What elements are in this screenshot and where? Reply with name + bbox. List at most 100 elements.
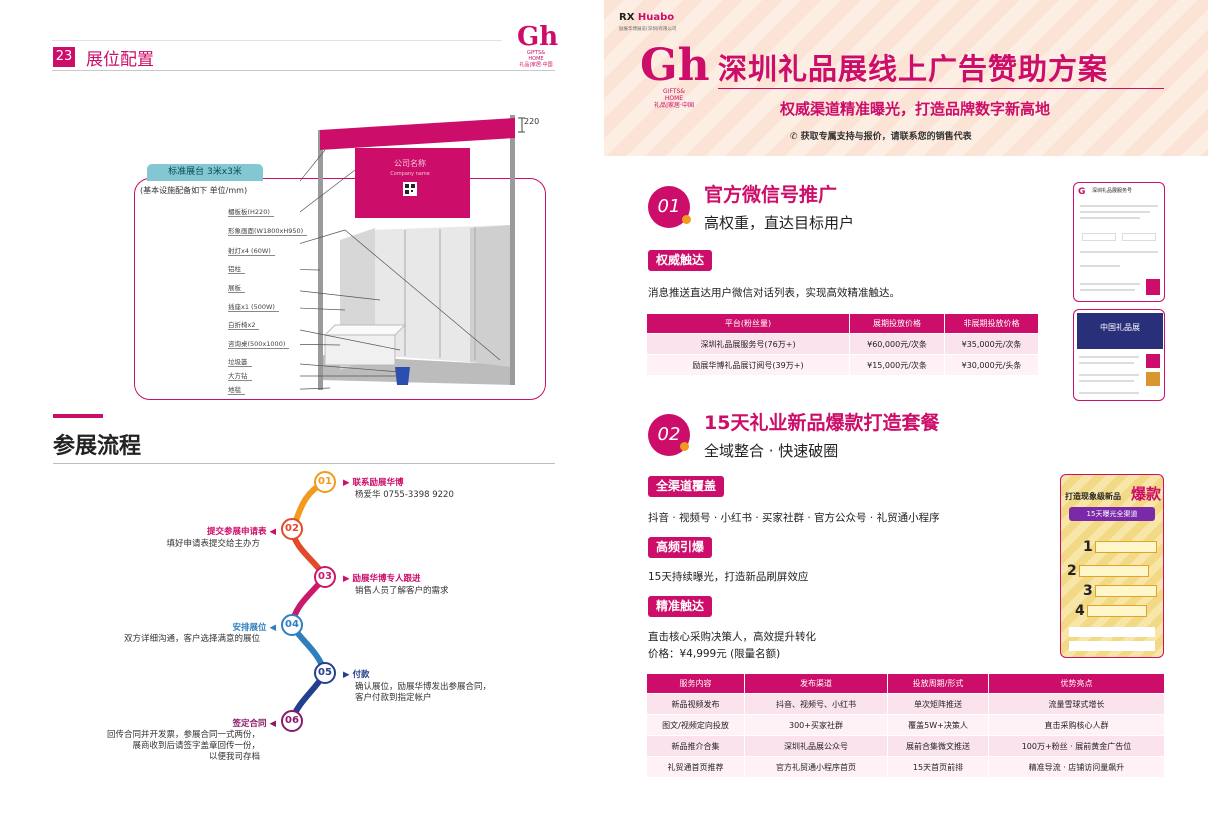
step-title-text: 付款 xyxy=(352,670,370,680)
feature-pill: 权威触达 xyxy=(648,250,713,271)
section-dot xyxy=(680,442,689,451)
step-number: 02 xyxy=(281,518,303,540)
table-cell: ¥15,000元/次条 xyxy=(849,354,945,376)
banner-rule xyxy=(718,88,1164,89)
package-poster: 打造现象级新品 爆款 15天曝光全渠道 1 2 3 4 xyxy=(1060,474,1164,658)
table-row: 励展华博礼品展订阅号(39万+) ¥15,000元/次条 ¥30,000元/头条 xyxy=(646,354,1039,376)
step-desc: 展商收到后请签字盖章回传一份， xyxy=(132,741,260,751)
table-cell: 深圳礼品展公众号 xyxy=(744,735,888,757)
table-header: 展期投放价格 xyxy=(849,313,945,334)
step-desc: 销售人员了解客户的需求 xyxy=(355,586,449,596)
step-number: 05 xyxy=(314,662,336,684)
table-cell: 图文/视频定向投放 xyxy=(646,714,745,736)
table-cell: 礼贸通首页推荐 xyxy=(646,756,745,778)
table-cell: 新品推介合集 xyxy=(646,735,745,757)
page-number: 23 xyxy=(53,47,75,67)
logo-sub: HOME xyxy=(664,95,684,102)
table-row: 礼贸通首页推荐 官方礼贸通小程序首页 15天首页前排 精准导流 · 店铺访问量飙… xyxy=(646,756,1165,778)
table-cell: 15天首页前排 xyxy=(887,756,989,778)
step-title-text: 联系励展华博 xyxy=(352,478,404,488)
step-title: ▶ 励展华博专人跟进 xyxy=(343,572,421,584)
table-header: 优势亮点 xyxy=(988,673,1165,694)
wechat-article-screenshot: 中国礼品展 xyxy=(1073,309,1165,401)
step-title-text: 励展华博专人跟进 xyxy=(352,574,421,584)
poster-item-num: 4 xyxy=(1075,603,1085,619)
step-desc: 回传合同并开发票，参展合同一式两份， xyxy=(106,730,260,740)
booth-note: (基本设施配备如下 单位/mm) xyxy=(140,186,248,195)
price-text: 价格：¥4,999元 (限量名额) xyxy=(648,648,781,660)
step-number: 03 xyxy=(314,566,336,588)
rx-huabo-brand: RX Huabo xyxy=(619,12,674,23)
wechat-screenshot: G 深圳礼品展服务号 xyxy=(1073,182,1165,302)
section-title: 官方微信号推广 xyxy=(704,184,838,206)
top-divider xyxy=(52,40,502,41)
booth-label: 铝柱 xyxy=(228,263,245,274)
poster-item-num: 2 xyxy=(1067,563,1077,579)
table-cell: 100万+粉丝 · 展前黄金广告位 xyxy=(988,735,1165,757)
brand-sub: 励展华博展览(深圳)有限公司 xyxy=(619,27,677,32)
booth-tag: 标准展台 3米x3米 xyxy=(147,164,263,181)
gifts-home-logo: Gh GIFTS& HOME 礼品|家居·中国 xyxy=(517,24,558,68)
step-number: 01 xyxy=(314,471,336,493)
table-cell: 覆盖5W+决策人 xyxy=(887,714,989,736)
feature-text: 直击核心采购决策人，高效提升转化 xyxy=(648,631,816,643)
feature-pill: 全渠道覆盖 xyxy=(648,476,725,497)
booth-label: 垃圾篓 xyxy=(228,356,252,367)
section-accent xyxy=(53,414,103,418)
poster-item xyxy=(1087,605,1147,617)
section-rule xyxy=(53,463,555,464)
step-title: 安排展位 ◀ xyxy=(100,621,276,633)
logo-sub: 礼品|家居·中国 xyxy=(654,102,694,109)
table-cell: 新品视频发布 xyxy=(646,693,745,715)
poster-item xyxy=(1079,565,1149,577)
table-cell: 流量雪球式增长 xyxy=(988,693,1165,715)
step-desc: 以便我司存档 xyxy=(208,752,260,762)
step-title: ▶ 联系励展华博 xyxy=(343,476,404,488)
banner-title: 深圳礼品展线上广告赞助方案 xyxy=(718,52,1109,86)
process-spine xyxy=(289,479,328,722)
booth-label: 插座x1 (500W) xyxy=(228,301,279,312)
logo-mark: Gh xyxy=(640,40,710,91)
table-cell: 抖音、视频号、小红书 xyxy=(744,693,888,715)
article-cover: 中国礼品展 xyxy=(1077,313,1163,349)
poster-highlight: 爆款 xyxy=(1131,485,1162,503)
title-rule xyxy=(52,70,555,71)
thumb-image xyxy=(1146,372,1160,386)
step-desc: 填好申请表提交给主办方 xyxy=(166,539,260,549)
table-cell: ¥35,000元/次条 xyxy=(944,333,1039,355)
logo-sub: 礼品|家居·中国 xyxy=(519,62,553,68)
booth-label: 白折椅x2 xyxy=(228,319,260,330)
step-desc: 杨爱华 0755-3398 9220 xyxy=(355,490,454,500)
gifts-home-logo: Gh GIFTS& HOME 礼品|家居·中国 xyxy=(640,40,710,110)
table-header: 服务内容 xyxy=(646,673,745,694)
arrow-left-icon: ◀ xyxy=(266,527,276,537)
booth-label: 形象画面(W1800xH950) xyxy=(228,225,308,236)
thumb-image xyxy=(1146,279,1160,295)
section-title: 15天礼业新品爆款打造套餐 xyxy=(704,412,940,434)
step-title-text: 提交参展申请表 xyxy=(206,527,267,537)
booth-label: 射灯x4 (60W) xyxy=(228,245,275,256)
table-header: 发布渠道 xyxy=(744,673,888,694)
section-subtitle: 全域整合 · 快速破圈 xyxy=(704,442,839,460)
table-header: 投放周期/形式 xyxy=(887,673,989,694)
booth-label: 咨询桌(500x1000) xyxy=(228,338,290,349)
table-row: 图文/视频定向投放 300+买家社群 覆盖5W+决策人 直击采购核心人群 xyxy=(646,714,1165,736)
table-row: 深圳礼品展服务号(76万+) ¥60,000元/次条 ¥35,000元/次条 xyxy=(646,333,1039,355)
step-title: ▶ 付款 xyxy=(343,668,370,680)
table-cell: 展前合集微文推送 xyxy=(887,735,989,757)
table-cell: 单次矩阵推送 xyxy=(887,693,989,715)
wechat-price-table: 平台(粉丝量) 展期投放价格 非展期投放价格 深圳礼品展服务号(76万+) ¥6… xyxy=(646,313,1039,376)
arrow-right-icon: ▶ xyxy=(343,670,353,680)
phone-button xyxy=(1122,233,1156,241)
section-subtitle: 高权重，直达目标用户 xyxy=(704,214,855,232)
arrow-left-icon: ◀ xyxy=(266,623,276,633)
table-cell: 官方礼贸通小程序首页 xyxy=(744,756,888,778)
table-header: 平台(粉丝量) xyxy=(646,313,850,334)
process-title: 参展流程 xyxy=(53,434,142,459)
feature-pill: 精准触达 xyxy=(648,596,713,617)
banner-contact: ✆ 获取专属支持与报价，请联系您的销售代表 xyxy=(790,132,972,142)
booth-label: 地毯 xyxy=(228,384,245,395)
table-cell: 励展华博礼品展订阅号(39万+) xyxy=(646,354,850,376)
feature-text: 抖音 · 视频号 · 小红书 · 买家社群 · 官方公众号 · 礼贸通小程序 xyxy=(648,512,940,524)
thumb-image xyxy=(1146,354,1160,368)
